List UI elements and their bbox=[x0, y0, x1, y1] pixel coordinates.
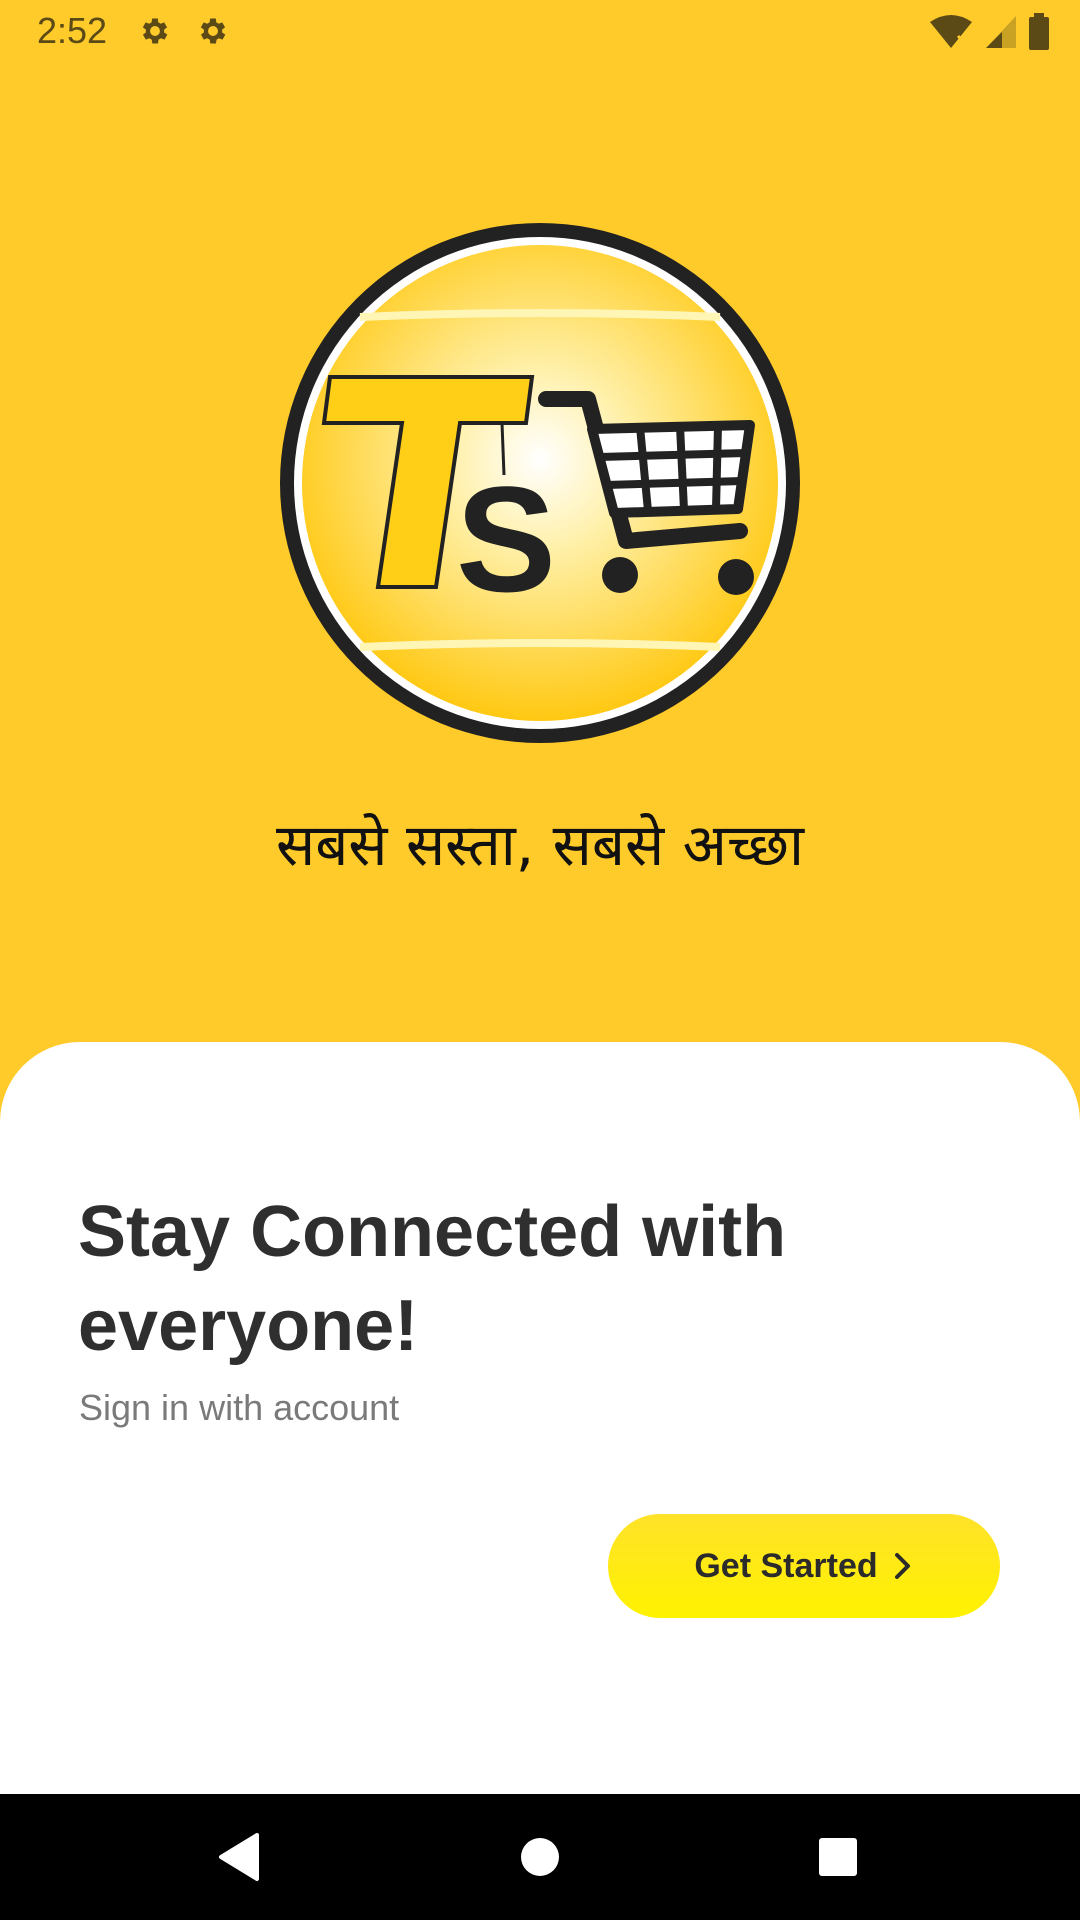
navigation-bar bbox=[0, 1794, 1080, 1920]
home-icon bbox=[521, 1838, 559, 1876]
tagline: सबसे सस्ता, सबसे अच्छा bbox=[275, 811, 804, 879]
welcome-screen: 2:52 S सबसे सस्ता, सबसे अच्छा Stay Conne… bbox=[0, 0, 1080, 1920]
get-started-button[interactable]: Get Started bbox=[608, 1514, 1000, 1618]
status-bar: 2:52 bbox=[0, 0, 1080, 64]
recents-icon bbox=[819, 1838, 857, 1876]
subtitle: Sign in with account bbox=[79, 1387, 400, 1428]
back-icon bbox=[219, 1833, 259, 1881]
back-button[interactable] bbox=[204, 1822, 274, 1892]
home-button[interactable] bbox=[505, 1822, 575, 1892]
ts-shopping-cart-logo: S bbox=[280, 223, 800, 743]
gear-icon bbox=[200, 18, 226, 44]
svg-text:S: S bbox=[456, 455, 556, 623]
headline: Stay Connected with everyone! bbox=[78, 1192, 787, 1366]
get-started-label: Get Started bbox=[694, 1546, 878, 1585]
app-logo: S bbox=[270, 213, 810, 753]
wifi-icon bbox=[930, 15, 972, 48]
battery-icon bbox=[1029, 13, 1049, 50]
status-time: 2:52 bbox=[37, 10, 108, 51]
gear-icon bbox=[142, 18, 168, 44]
cell-signal-icon bbox=[986, 16, 1016, 48]
chevron-right-icon bbox=[894, 1553, 910, 1579]
recents-button[interactable] bbox=[803, 1822, 873, 1892]
status-icons bbox=[928, 12, 1050, 52]
